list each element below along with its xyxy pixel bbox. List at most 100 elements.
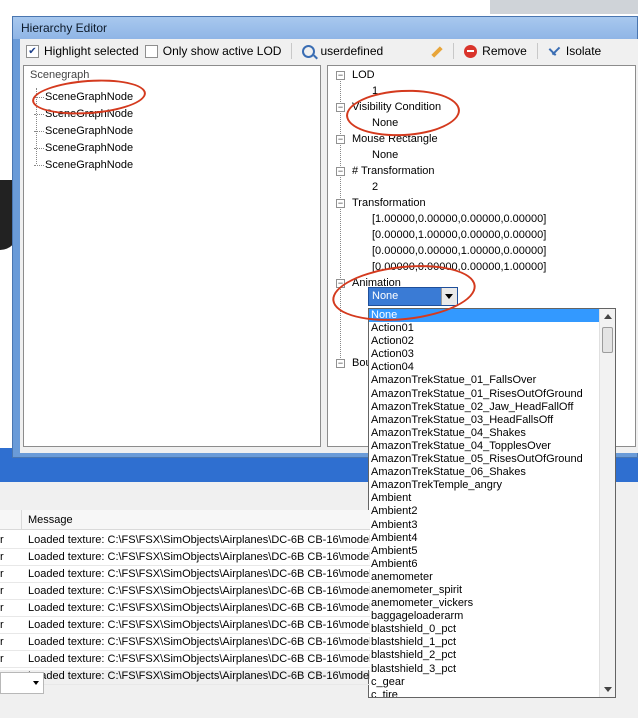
dropdown-option[interactable]: Ambient xyxy=(369,492,615,505)
dropdown-option[interactable]: Ambient5 xyxy=(369,545,615,558)
dropdown-option[interactable]: c_gear xyxy=(369,676,615,689)
isolate-icon xyxy=(548,45,561,58)
tree-node[interactable]: SceneGraphNode xyxy=(34,125,133,137)
num-transformation-value[interactable]: 2 xyxy=(372,181,378,193)
log-level: r xyxy=(0,585,4,597)
log-level: r xyxy=(0,636,4,648)
log-column-level[interactable] xyxy=(0,510,22,530)
collapse-icon[interactable]: − xyxy=(336,167,345,176)
collapse-icon[interactable]: − xyxy=(336,199,345,208)
dropdown-option[interactable]: AmazonTrekStatue_04_TopplesOver xyxy=(369,440,615,453)
isolate-label: Isolate xyxy=(565,44,602,58)
dropdown-option[interactable]: baggageloaderarm xyxy=(369,610,615,623)
log-level: r xyxy=(0,619,4,631)
log-message: Loaded texture: C:\FS\FSX\SimObjects\Air… xyxy=(28,568,370,580)
tree-node[interactable]: SceneGraphNode xyxy=(34,159,133,171)
collapse-icon[interactable]: − xyxy=(336,71,345,80)
search-label: userdefined xyxy=(320,44,384,58)
remove-button[interactable]: Remove xyxy=(464,44,527,58)
log-row[interactable]: r Loaded texture: C:\FS\FSX\SimObjects\Ai… xyxy=(0,600,370,617)
checkbox-unchecked-icon xyxy=(144,44,158,58)
log-filter-select[interactable] xyxy=(0,672,44,694)
dropdown-option[interactable]: Action02 xyxy=(369,335,615,348)
log-message: Loaded texture: C:\FS\FSX\SimObjects\Air… xyxy=(28,653,370,665)
dropdown-option[interactable]: Ambient3 xyxy=(369,519,615,532)
log-message: Loaded texture: C:\FS\FSX\SimObjects\Air… xyxy=(28,534,370,546)
window-title[interactable]: Hierarchy Editor xyxy=(13,17,637,39)
scroll-down-icon[interactable] xyxy=(604,687,612,692)
tree-node-label: SceneGraphNode xyxy=(45,142,134,154)
dropdown-option[interactable]: Action04 xyxy=(369,361,615,374)
highlight-selected-checkbox[interactable]: ✔ Highlight selected xyxy=(26,44,139,58)
dropdown-option[interactable]: Action03 xyxy=(369,348,615,361)
dropdown-option[interactable]: Ambient6 xyxy=(369,558,615,571)
matrix-row[interactable]: [0.00000,0.00000,1.00000,0.00000] xyxy=(372,245,546,257)
only-active-lod-label: Only show active LOD xyxy=(162,44,282,58)
log-column-message[interactable]: Message xyxy=(28,514,73,526)
log-row[interactable]: rLoaded texture: C:\FS\FSX\SimObjects\Ai… xyxy=(0,532,370,549)
dropdown-option[interactable]: AmazonTrekStatue_01_RisesOutOfGround xyxy=(369,388,615,401)
pencil-icon xyxy=(429,44,443,58)
log-row[interactable]: rLoaded texture: C:\FS\FSX\SimObjects\Ai… xyxy=(0,549,370,566)
checkbox-checked-icon: ✔ xyxy=(26,44,39,58)
dropdown-option[interactable]: AmazonTrekStatue_03_HeadFallsOff xyxy=(369,414,615,427)
toolbar: ✔ Highlight selected Only show active LO… xyxy=(20,39,638,63)
only-active-lod-checkbox[interactable]: Only show active LOD xyxy=(144,44,282,58)
scroll-up-icon[interactable] xyxy=(604,314,612,319)
log-row[interactable]: rLoaded texture: C:\FS\FSX\SimObjects\Ai… xyxy=(0,634,370,651)
collapse-icon[interactable]: − xyxy=(336,135,345,144)
log-level: r xyxy=(0,653,4,665)
dropdown-option[interactable]: anemometer_vickers xyxy=(369,597,615,610)
log-row[interactable]: rLoaded texture: C:\FS\FSX\SimObjects\Ai… xyxy=(0,617,370,634)
dropdown-option[interactable]: AmazonTrekTemple_angry xyxy=(369,479,615,492)
dropdown-option[interactable]: blastshield_1_pct xyxy=(369,636,615,649)
collapse-icon[interactable]: − xyxy=(336,103,345,112)
dropdown-option[interactable]: AmazonTrekStatue_01_FallsOver xyxy=(369,374,615,387)
log-level: r xyxy=(0,602,4,614)
dropdown-option[interactable]: blastshield_2_pct xyxy=(369,649,615,662)
log-table: Message r Loaded texture: C:\FS\FSX\SimOb… xyxy=(0,510,370,685)
scroll-thumb[interactable] xyxy=(602,327,613,353)
log-message: Loaded texture: C:\FS\FSX\SimObjects\Air… xyxy=(28,585,370,597)
scenegraph-header: Scenegraph xyxy=(30,69,90,81)
tree-node[interactable]: SceneGraphNode xyxy=(34,142,133,154)
dropdown-option[interactable]: anemometer xyxy=(369,571,615,584)
log-row[interactable]: r Loaded texture: C:\FS\FSX\SimObjects\Ai… xyxy=(0,651,370,668)
edit-button[interactable] xyxy=(429,44,443,58)
dropdown-option[interactable]: AmazonTrekStatue_05_RisesOutOfGround xyxy=(369,453,615,466)
log-row[interactable]: r Loaded texture: C:\FS\FSX\SimObjects\Ai… xyxy=(0,566,370,583)
log-message: Loaded texture: C:\FS\FSX\SimObjects\Air… xyxy=(28,551,370,563)
dropdown-option[interactable]: Ambient4 xyxy=(369,532,615,545)
matrix-row[interactable]: [0.00000,1.00000,0.00000,0.00000] xyxy=(372,229,546,241)
animation-dropdown-list[interactable]: None Action01 Action02 Action03 Action04 Amaz… xyxy=(368,308,616,698)
isolate-button[interactable]: Isolate xyxy=(548,44,601,58)
mouse-rectangle-value[interactable]: None xyxy=(372,149,398,161)
log-row[interactable]: r Loaded texture: C:\FS\FSX\SimObjects\Ai… xyxy=(0,583,370,600)
dropdown-option[interactable]: AmazonTrekStatue_02_Jaw_HeadFallOff xyxy=(369,401,615,414)
collapse-icon[interactable]: − xyxy=(336,359,345,368)
tree-node-label: SceneGraphNode xyxy=(45,125,134,137)
dropdown-scrollbar[interactable] xyxy=(599,309,615,697)
dropdown-option[interactable]: blastshield_3_pct xyxy=(369,663,615,676)
dropdown-option[interactable]: anemometer_spirit xyxy=(369,584,615,597)
dropdown-option[interactable]: blastshield_0_pct xyxy=(369,623,615,636)
search-button[interactable]: userdefined xyxy=(302,44,383,58)
dropdown-option[interactable]: c_tire xyxy=(369,689,615,697)
remove-label: Remove xyxy=(482,44,527,58)
dropdown-option[interactable]: AmazonTrekStatue_06_Shakes xyxy=(369,466,615,479)
log-message: Loaded texture: C:\FS\FSX\SimObjects\Air… xyxy=(28,670,370,682)
tree-line xyxy=(340,78,341,368)
toolbar-separator xyxy=(291,43,293,59)
dropdown-option[interactable]: Ambient2 xyxy=(369,505,615,518)
dropdown-option[interactable]: AmazonTrekStatue_04_Shakes xyxy=(369,427,615,440)
matrix-row[interactable]: [1.00000,0.00000,0.00000,0.00000] xyxy=(372,213,546,225)
background-top-right xyxy=(490,0,638,14)
log-row[interactable]: rLoaded texture: C:\FS\FSX\SimObjects\Ai… xyxy=(0,668,370,685)
tree-node-label: SceneGraphNode xyxy=(45,159,134,171)
log-level: r xyxy=(0,568,4,580)
dropdown-option[interactable]: Action01 xyxy=(369,322,615,335)
transformation-label: Transformation xyxy=(352,197,426,209)
lod-label: LOD xyxy=(352,69,375,81)
log-message: Loaded texture: C:\FS\FSX\SimObjects\Air… xyxy=(28,602,370,614)
scenegraph-panel[interactable]: Scenegraph SceneGraphNode SceneGraphNode… xyxy=(23,65,321,447)
